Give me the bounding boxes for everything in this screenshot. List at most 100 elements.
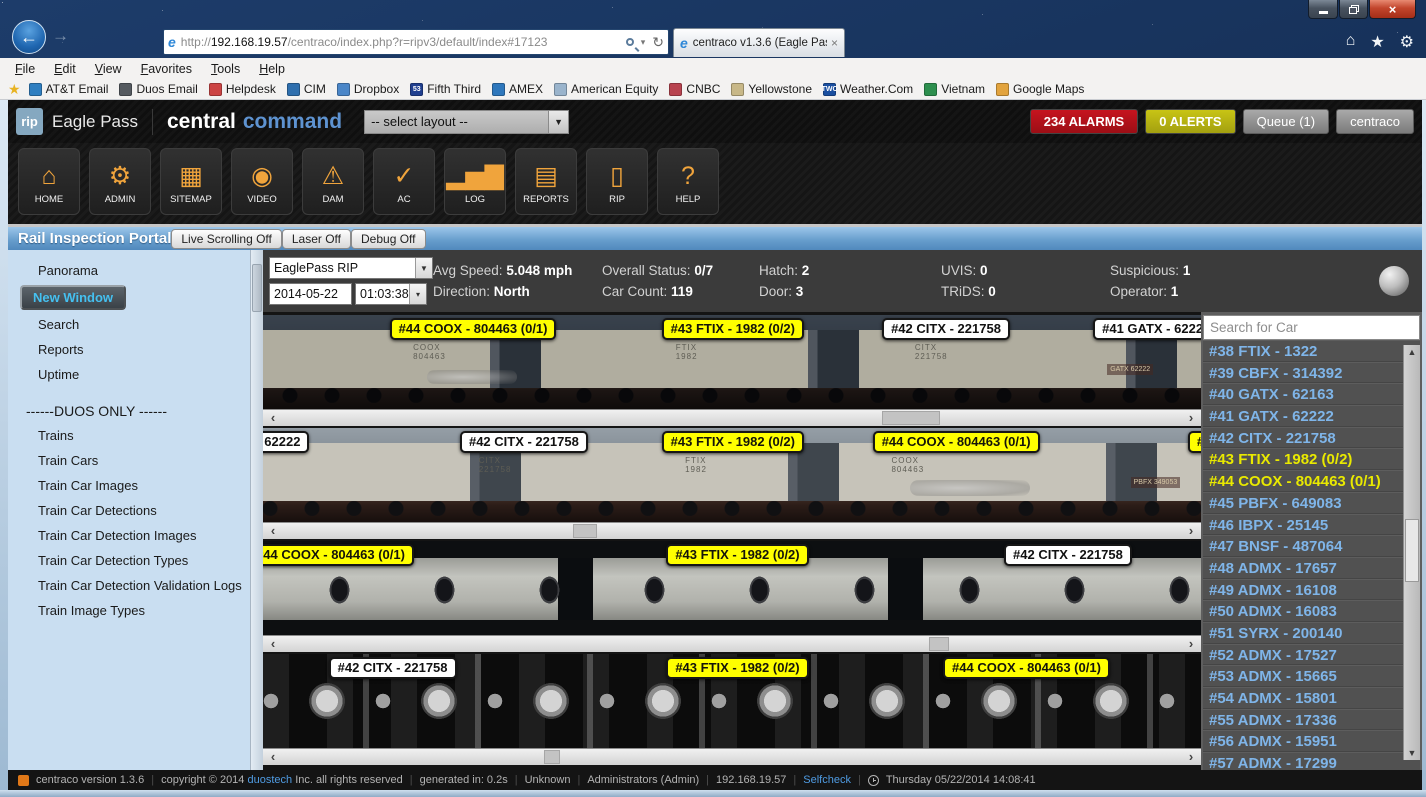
selfcheck-link[interactable]: Selfcheck bbox=[803, 774, 851, 786]
toolbar-button[interactable]: ⚙ ADMIN bbox=[89, 148, 151, 215]
centraco-button[interactable]: centraco bbox=[1336, 109, 1414, 134]
toolbar-button[interactable]: ⌂ HOME bbox=[18, 148, 80, 215]
scroll-left-icon[interactable]: ‹ bbox=[265, 636, 281, 651]
scroll-left-icon[interactable]: ‹ bbox=[265, 749, 281, 764]
sidebar-item[interactable]: Train Car Detection Images bbox=[8, 523, 250, 548]
car-list-item[interactable]: #57 ADMX - 17299 bbox=[1203, 752, 1420, 770]
favorite-link[interactable]: Vietnam bbox=[924, 82, 985, 96]
car-label[interactable]: #45 PBFX - 649083 bbox=[1188, 431, 1201, 453]
strip-scrollbar[interactable]: ‹ › bbox=[263, 409, 1201, 426]
toolbar-button[interactable]: ? HELP bbox=[657, 148, 719, 215]
car-list-scrollbar[interactable]: ▲ ▼ bbox=[1403, 345, 1420, 760]
car-list-item[interactable]: #43 FTIX - 1982 (0/2) bbox=[1203, 448, 1420, 470]
sidebar-item[interactable]: Train Cars bbox=[8, 448, 250, 473]
toolbar-button[interactable]: ✓ AC bbox=[373, 148, 435, 215]
car-list-item[interactable]: #56 ADMX - 15951 bbox=[1203, 730, 1420, 752]
favorites-star-icon[interactable]: ★ bbox=[8, 81, 21, 98]
favorite-link[interactable]: Yellowstone bbox=[731, 82, 812, 96]
back-button[interactable]: ← bbox=[12, 20, 46, 54]
car-list-item[interactable]: #40 GATX - 62163 bbox=[1203, 383, 1420, 405]
car-list-item[interactable]: #47 BNSF - 487064 bbox=[1203, 535, 1420, 557]
toolbar-button[interactable]: ▦ SITEMAP bbox=[160, 148, 222, 215]
sidebar-item[interactable]: Panorama bbox=[8, 258, 250, 283]
favorite-link[interactable]: AMEX bbox=[492, 82, 543, 96]
car-list-item[interactable]: #44 COOX - 804463 (0/1) bbox=[1203, 470, 1420, 492]
menu-item[interactable]: Edit bbox=[54, 62, 76, 76]
favorite-link[interactable]: American Equity bbox=[554, 82, 658, 96]
car-label[interactable]: #41 GATX - 62222 bbox=[263, 431, 309, 453]
favorite-link[interactable]: Helpdesk bbox=[209, 82, 276, 96]
time-select[interactable]: 01:03:38 ▾ bbox=[355, 283, 427, 305]
car-list-item[interactable]: #46 IBPX - 25145 bbox=[1203, 514, 1420, 536]
car-list-item[interactable]: #39 CBFX - 314392 bbox=[1203, 362, 1420, 384]
sidebar-item[interactable]: Train Car Detections bbox=[8, 498, 250, 523]
portal-toggle-button[interactable]: Live Scrolling Off bbox=[171, 229, 282, 249]
menu-item[interactable]: View bbox=[95, 62, 122, 76]
refresh-icon[interactable]: ↻ bbox=[652, 35, 664, 49]
car-label[interactable]: #43 FTIX - 1982 (0/2) bbox=[666, 544, 808, 566]
favorite-link[interactable]: Dropbox bbox=[337, 82, 399, 96]
scroll-right-icon[interactable]: › bbox=[1183, 749, 1199, 764]
car-list-item[interactable]: #42 CITX - 221758 bbox=[1203, 427, 1420, 449]
car-label[interactable]: #42 CITX - 221758 bbox=[882, 318, 1010, 340]
car-label[interactable]: #44 COOX - 804463 (0/1) bbox=[263, 544, 414, 566]
favorite-link[interactable]: CNBC bbox=[669, 82, 720, 96]
scrollbar-thumb[interactable] bbox=[573, 524, 597, 538]
search-icon[interactable] bbox=[626, 38, 634, 46]
car-label[interactable]: #42 CITX - 221758 bbox=[460, 431, 588, 453]
toolbar-button[interactable]: ⚠ DAM bbox=[302, 148, 364, 215]
car-list-item[interactable]: #38 FTIX - 1322 bbox=[1203, 340, 1420, 362]
car-label[interactable]: #41 GATX - 62222 bbox=[1093, 318, 1201, 340]
car-label[interactable]: #42 CITX - 221758 bbox=[1004, 544, 1132, 566]
car-label[interactable]: #44 COOX - 804463 (0/1) bbox=[943, 657, 1110, 679]
tab-close-icon[interactable]: × bbox=[831, 36, 838, 50]
menu-item[interactable]: Favorites bbox=[141, 62, 192, 76]
car-label[interactable]: #43 FTIX - 1982 (0/2) bbox=[666, 657, 808, 679]
scrollbar-thumb[interactable] bbox=[544, 750, 560, 764]
search-input[interactable] bbox=[1203, 315, 1420, 340]
car-label[interactable]: #44 COOX - 804463 (0/1) bbox=[873, 431, 1040, 453]
menu-item[interactable]: Help bbox=[259, 62, 285, 76]
sidebar-item[interactable]: Uptime bbox=[8, 362, 250, 387]
strip-scrollbar[interactable]: ‹ › bbox=[263, 635, 1201, 652]
car-list-item[interactable]: #55 ADMX - 17336 bbox=[1203, 709, 1420, 731]
scroll-right-icon[interactable]: › bbox=[1183, 410, 1199, 425]
car-label[interactable]: #44 COOX - 804463 (0/1) bbox=[390, 318, 557, 340]
scroll-right-icon[interactable]: › bbox=[1183, 523, 1199, 538]
portal-toggle-button[interactable]: Laser Off bbox=[282, 229, 351, 249]
car-list-item[interactable]: #49 ADMX - 16108 bbox=[1203, 579, 1420, 601]
strip-scrollbar[interactable]: ‹ › bbox=[263, 748, 1201, 765]
toolbar-button[interactable]: ▂▅▇ LOG bbox=[444, 148, 506, 215]
date-input[interactable] bbox=[269, 283, 352, 305]
scrollbar-thumb[interactable] bbox=[252, 264, 262, 312]
scroll-down-icon[interactable]: ▼ bbox=[1404, 748, 1420, 758]
toolbar-button[interactable]: ▯ RIP bbox=[586, 148, 648, 215]
car-list-item[interactable]: #54 ADMX - 15801 bbox=[1203, 687, 1420, 709]
site-select[interactable]: EaglePass RIP ▼ bbox=[269, 257, 433, 279]
home-icon[interactable]: ⌂ bbox=[1346, 32, 1356, 52]
sidebar-item[interactable]: Trains bbox=[8, 423, 250, 448]
sidebar-item[interactable]: Search bbox=[8, 312, 250, 337]
favorite-link[interactable]: Google Maps bbox=[996, 82, 1084, 96]
car-list-item[interactable]: #45 PBFX - 649083 bbox=[1203, 492, 1420, 514]
scrollbar-thumb[interactable] bbox=[1405, 519, 1419, 581]
car-label[interactable]: #43 FTIX - 1982 (0/2) bbox=[662, 318, 804, 340]
car-list-item[interactable]: #41 GATX - 62222 bbox=[1203, 405, 1420, 427]
portal-toggle-button[interactable]: Debug Off bbox=[351, 229, 425, 249]
chevron-down-icon[interactable]: ▾ bbox=[641, 37, 646, 48]
sidebar-item[interactable]: Train Car Images bbox=[8, 473, 250, 498]
favorite-link[interactable]: CIM bbox=[287, 82, 326, 96]
car-label[interactable]: #43 FTIX - 1982 (0/2) bbox=[662, 431, 804, 453]
car-label[interactable]: #42 CITX - 221758 bbox=[329, 657, 457, 679]
scroll-left-icon[interactable]: ‹ bbox=[265, 410, 281, 425]
strip-scrollbar[interactable]: ‹ › bbox=[263, 522, 1201, 539]
forward-button[interactable]: → bbox=[52, 26, 69, 46]
car-list-item[interactable]: #50 ADMX - 16083 bbox=[1203, 600, 1420, 622]
favorite-link[interactable]: AT&T Email bbox=[29, 82, 109, 96]
scroll-up-icon[interactable]: ▲ bbox=[1404, 347, 1420, 357]
alerts-button[interactable]: 0 ALERTS bbox=[1145, 109, 1235, 134]
car-list-item[interactable]: #53 ADMX - 15665 bbox=[1203, 665, 1420, 687]
scrollbar-thumb[interactable] bbox=[882, 411, 940, 425]
toolbar-button[interactable]: ◉ VIDEO bbox=[231, 148, 293, 215]
menu-item[interactable]: File bbox=[15, 62, 35, 76]
